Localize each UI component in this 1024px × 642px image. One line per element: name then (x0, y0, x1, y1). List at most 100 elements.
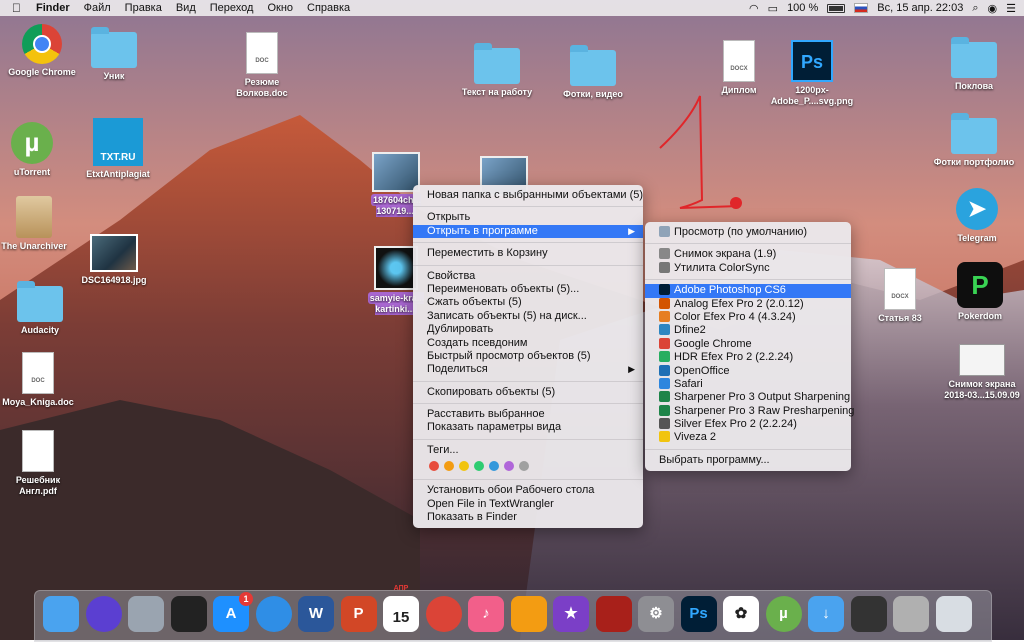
submenu-item-label: Adobe Photoshop CS6 (674, 284, 786, 297)
tag-color-dot[interactable] (519, 461, 529, 472)
submenu-item-label: Safari (674, 377, 703, 390)
menu-item-tags[interactable]: Теги... (413, 444, 643, 457)
submenu-item[interactable]: Safari (645, 377, 851, 391)
submenu-item[interactable]: Silver Efex Pro 2 (2.2.24) (645, 418, 851, 431)
submenu-item[interactable]: Adobe Photoshop CS6 (645, 284, 851, 298)
tag-colors (413, 457, 643, 475)
dock-photobooth-icon[interactable] (595, 596, 632, 632)
submenu-arrow-icon: ▶ (628, 225, 635, 236)
submenu-item-label: Google Chrome (674, 337, 752, 350)
app-icon (659, 418, 670, 430)
dock-icon-glyph: Ps (689, 605, 708, 622)
submenu-item[interactable]: Утилита ColorSync (645, 261, 851, 275)
submenu-item-label: HDR Efex Pro 2 (2.2.24) (674, 351, 794, 364)
tag-color-dot[interactable] (504, 461, 514, 472)
dock-icon-glyph: ↓ (822, 605, 830, 622)
app-icon (659, 431, 670, 443)
submenu-item-label: Просмотр (по умолчанию) (674, 226, 808, 238)
menu-item-open-with[interactable]: Открыть в программе ▶ (413, 224, 643, 239)
dock-launchpad-icon[interactable] (128, 596, 164, 632)
menu-item-alias[interactable]: Создать псевдоним (413, 337, 643, 350)
app-icon (659, 351, 670, 363)
dock-icon-glyph: ♪ (482, 605, 490, 622)
dock-pics-icon[interactable] (893, 596, 929, 632)
menu-item-textwrangler[interactable]: Open File in TextWrangler (413, 498, 643, 511)
submenu-item[interactable]: OpenOffice (645, 364, 851, 378)
separator (413, 479, 643, 481)
tag-color-dot[interactable] (429, 461, 439, 472)
dock-safari-icon[interactable] (255, 596, 292, 632)
submenu-item[interactable]: HDR Efex Pro 2 (2.2.24) (645, 351, 851, 364)
notification-badge: 1 (239, 592, 253, 606)
submenu-item[interactable]: Viveza 2 (645, 431, 851, 444)
menu-item-new-folder[interactable]: Новая папка с выбранными объектами (5) (413, 189, 643, 202)
dock-chrome-icon[interactable] (425, 596, 462, 632)
submenu-item[interactable]: Просмотр (по умолчанию) (645, 226, 851, 239)
app-icon (659, 261, 670, 273)
menu-item-wallpaper[interactable]: Установить обои Рабочего стола (413, 484, 643, 497)
dock-calendar-icon[interactable]: 15 АПР (383, 585, 419, 632)
submenu-item[interactable]: Dfine2 (645, 324, 851, 337)
submenu-item[interactable]: Снимок экрана (1.9) (645, 248, 851, 261)
submenu-item-choose-app[interactable]: Выбрать программу... (645, 454, 851, 467)
submenu-item[interactable]: Google Chrome (645, 337, 851, 351)
context-menu: Новая папка с выбранными объектами (5) О… (413, 185, 643, 529)
menu-item-copy[interactable]: Скопировать объекты (5) (413, 386, 643, 399)
separator (413, 206, 643, 208)
menu-item-show-finder[interactable]: Показать в Finder (413, 511, 643, 524)
separator (645, 279, 851, 281)
tag-color-dot[interactable] (489, 461, 499, 472)
app-icon (659, 404, 670, 416)
dock-preferences-icon[interactable]: ⚙ (638, 596, 674, 632)
dock-utorrent-icon[interactable]: µ (765, 596, 802, 632)
separator (413, 438, 643, 440)
menu-item-burn[interactable]: Записать объекты (5) на диск... (413, 310, 643, 323)
tag-color-dot[interactable] (459, 461, 469, 472)
submenu-item-label: Sharpener Pro 3 Raw Presharpening (674, 404, 855, 417)
dock-icon-glyph: 15 (392, 609, 410, 626)
dock-ibooks-icon[interactable] (510, 596, 547, 632)
dock-activity-icon[interactable] (170, 596, 207, 632)
separator (645, 243, 851, 245)
submenu-item[interactable]: Sharpener Pro 3 Raw Presharpening (645, 404, 855, 418)
menu-item-rename[interactable]: Переименовать объекты (5)... (413, 283, 643, 296)
menu-item-quicklook[interactable]: Быстрый просмотр объектов (5) (413, 350, 643, 363)
menu-item-share[interactable]: Поделиться ▶ (413, 363, 643, 376)
separator (645, 448, 851, 450)
open-with-submenu: Просмотр (по умолчанию) Снимок экрана (1.… (645, 222, 855, 472)
dock-siri-icon[interactable] (85, 596, 122, 632)
menu-item-info[interactable]: Свойства (413, 270, 643, 283)
app-icon (659, 297, 670, 309)
app-icon (659, 364, 670, 376)
tag-color-dot[interactable] (444, 461, 454, 472)
dock-icon-glyph: P (353, 605, 364, 622)
dock-icon-glyph: ✿ (734, 605, 748, 622)
submenu-item[interactable]: Color Efex Pro 4 (4.3.24) (645, 310, 851, 324)
dock-screen-icon[interactable] (850, 596, 887, 632)
dock-imovie-icon[interactable]: ★ (553, 596, 589, 632)
dock-word-icon[interactable]: W (298, 596, 334, 632)
dock-powerpoint-icon[interactable]: P (340, 596, 377, 632)
dock-itunes-icon[interactable]: ♪ (468, 596, 504, 632)
dock-trash-icon[interactable] (935, 596, 972, 632)
submenu-item[interactable]: Analog Efex Pro 2 (2.0.12) (645, 297, 851, 311)
menu-item-compress[interactable]: Сжать объекты (5) (413, 296, 643, 309)
app-icon (659, 377, 670, 389)
tag-color-dot[interactable] (474, 461, 484, 472)
submenu-item-label: Снимок экрана (1.9) (674, 248, 777, 261)
menu-item-open[interactable]: Открыть (413, 211, 643, 224)
submenu-item-label: Color Efex Pro 4 (4.3.24) (674, 310, 796, 323)
dock-downloads-icon[interactable]: ↓ (808, 596, 844, 632)
menu-item-label: Открыть в программе (427, 224, 538, 237)
calendar-month-label: АПР (393, 585, 409, 592)
menu-item-arrange[interactable]: Расставить выбранное (413, 408, 643, 421)
dock-icon-glyph: ★ (564, 605, 578, 622)
dock-finder-icon[interactable] (43, 596, 79, 632)
menu-item-duplicate[interactable]: Дублировать (413, 323, 643, 336)
dock-photos-icon[interactable]: ✿ (723, 596, 759, 632)
dock-photoshop-icon[interactable]: Ps (680, 596, 717, 632)
menu-item-view-options[interactable]: Показать параметры вида (413, 421, 643, 434)
dock-appstore-icon[interactable]: A1 (213, 592, 253, 632)
menu-item-trash[interactable]: Переместить в Корзину (413, 247, 643, 260)
submenu-item[interactable]: Sharpener Pro 3 Output Sharpening (645, 391, 851, 404)
